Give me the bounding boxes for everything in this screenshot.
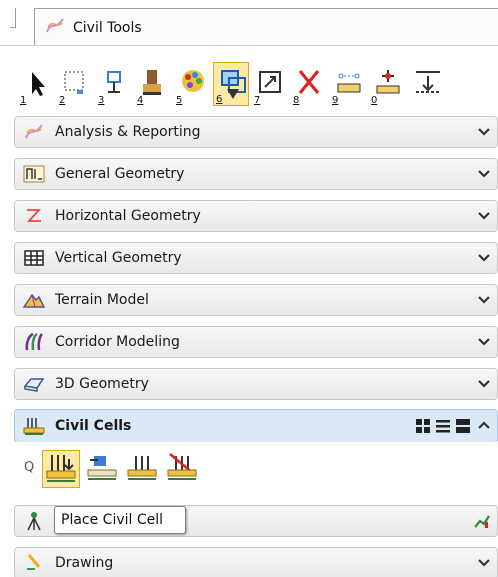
civil-tools-tab[interactable]: Civil Tools	[34, 8, 498, 46]
survey-icon	[23, 510, 45, 532]
tool-element-selection[interactable]: 3	[96, 62, 132, 106]
chevron-down-icon[interactable]	[477, 293, 491, 307]
section-terrain-model[interactable]: Terrain Model	[14, 284, 498, 316]
horizontal-geometry-icon	[23, 205, 45, 227]
section-analysis-reporting[interactable]: Analysis & Reporting	[14, 116, 498, 148]
resize-icon	[259, 71, 281, 93]
section-civil-cells[interactable]: Civil Cells	[14, 409, 498, 443]
tool-number: 7	[254, 95, 261, 106]
tool-number: 6	[216, 94, 223, 105]
chevron-down-icon[interactable]	[477, 125, 491, 139]
tool-measure-point[interactable]: 0	[369, 62, 405, 106]
tool-palette[interactable]: 5	[174, 62, 210, 106]
list-view-icon[interactable]	[435, 418, 451, 434]
select-arrow-icon	[32, 72, 45, 96]
measure-distance-icon	[337, 73, 361, 93]
section-label: Vertical Geometry	[55, 250, 182, 266]
section-label: Analysis & Reporting	[55, 124, 201, 140]
palette-icon	[182, 70, 204, 92]
search-label: Q	[24, 460, 35, 475]
civil-cell-template-icon	[87, 456, 117, 480]
tool-number: 4	[137, 95, 144, 106]
section-label: Civil Cells	[55, 418, 132, 434]
vertical-geometry-icon	[23, 247, 45, 269]
tool-number: 8	[293, 95, 300, 106]
place-civil-cell-button[interactable]	[42, 450, 80, 488]
section-horizontal-geometry[interactable]: Horizontal Geometry	[14, 200, 498, 232]
analysis-reporting-icon	[23, 121, 45, 143]
paint-brush-icon	[143, 70, 161, 95]
civil-cell-edit-button[interactable]	[124, 450, 162, 488]
place-civil-cell-icon	[46, 455, 76, 482]
section-label: Terrain Model	[55, 292, 149, 308]
section-label: Corridor Modeling	[55, 334, 180, 350]
tool-dotted-selection[interactable]: 2	[57, 62, 93, 106]
tool-delete[interactable]: 8	[291, 62, 327, 106]
chevron-up-icon[interactable]	[477, 418, 491, 432]
dotted-selection-icon	[64, 71, 84, 94]
section-label: General Geometry	[55, 166, 185, 182]
tool-number: 3	[98, 95, 105, 106]
survey-chart-icon[interactable]	[473, 513, 491, 529]
section-label: 3D Geometry	[55, 376, 149, 392]
tooltip-place-civil-cell: Place Civil Cell	[54, 506, 186, 534]
element-toolbar: 1 2 3 4 5 6 7 8 9 0	[18, 54, 498, 106]
tool-select[interactable]: 1	[18, 62, 54, 106]
terrain-model-icon	[23, 289, 45, 311]
civil-cells-search[interactable]: Q	[22, 450, 40, 488]
section-drawing[interactable]: Drawing	[14, 547, 498, 577]
chevron-down-icon[interactable]	[477, 209, 491, 223]
tool-number: 2	[59, 95, 66, 106]
civil-cell-template-button[interactable]	[84, 450, 122, 488]
tool-number: 0	[371, 95, 378, 106]
chevron-down-icon[interactable]	[477, 167, 491, 181]
tool-number: 5	[176, 95, 183, 106]
3d-geometry-icon	[23, 373, 45, 395]
general-geometry-icon	[23, 163, 45, 185]
tool-overlay-selection[interactable]: 6	[213, 62, 249, 106]
section-3d-geometry[interactable]: 3D Geometry	[14, 368, 498, 400]
civil-cell-edit-icon	[127, 456, 157, 480]
civil-cell-remove-button[interactable]	[164, 450, 202, 488]
section-label: Horizontal Geometry	[55, 208, 201, 224]
section-label: Drawing	[55, 555, 114, 571]
drawing-icon	[23, 552, 45, 574]
title-divider	[0, 45, 498, 46]
tool-measure-distance[interactable]: 9	[330, 62, 366, 106]
section-vertical-geometry[interactable]: Vertical Geometry	[14, 242, 498, 274]
civil-cell-remove-icon	[167, 453, 197, 480]
panel-view-icon[interactable]	[455, 418, 471, 434]
chevron-down-icon[interactable]	[477, 556, 491, 570]
tool-resize[interactable]: 7	[252, 62, 288, 106]
element-selection-icon	[107, 71, 121, 93]
chevron-down-icon[interactable]	[477, 335, 491, 349]
delete-x-icon	[298, 70, 320, 94]
view-mode-buttons	[415, 418, 471, 434]
civil-cells-icon	[23, 415, 45, 437]
dimension-icon	[416, 71, 440, 93]
chevron-down-icon[interactable]	[477, 377, 491, 391]
corridor-modeling-icon	[23, 331, 45, 353]
grid-view-icon[interactable]	[415, 418, 431, 434]
tool-number: 9	[332, 95, 339, 106]
overlay-selection-icon	[221, 70, 246, 99]
chevron-down-icon[interactable]	[477, 251, 491, 265]
window-title: Civil Tools	[73, 19, 142, 36]
section-corridor-modeling[interactable]: Corridor Modeling	[14, 326, 498, 358]
measure-point-icon	[376, 70, 400, 94]
civil-tools-icon	[45, 17, 65, 39]
tool-dimension[interactable]	[408, 62, 444, 106]
tool-paint-brush[interactable]: 4	[135, 62, 171, 106]
civil-cells-tools: Q	[14, 442, 498, 498]
section-general-geometry[interactable]: General Geometry	[14, 158, 498, 190]
tool-number: 1	[20, 95, 27, 106]
window-frame-edge	[10, 8, 16, 28]
